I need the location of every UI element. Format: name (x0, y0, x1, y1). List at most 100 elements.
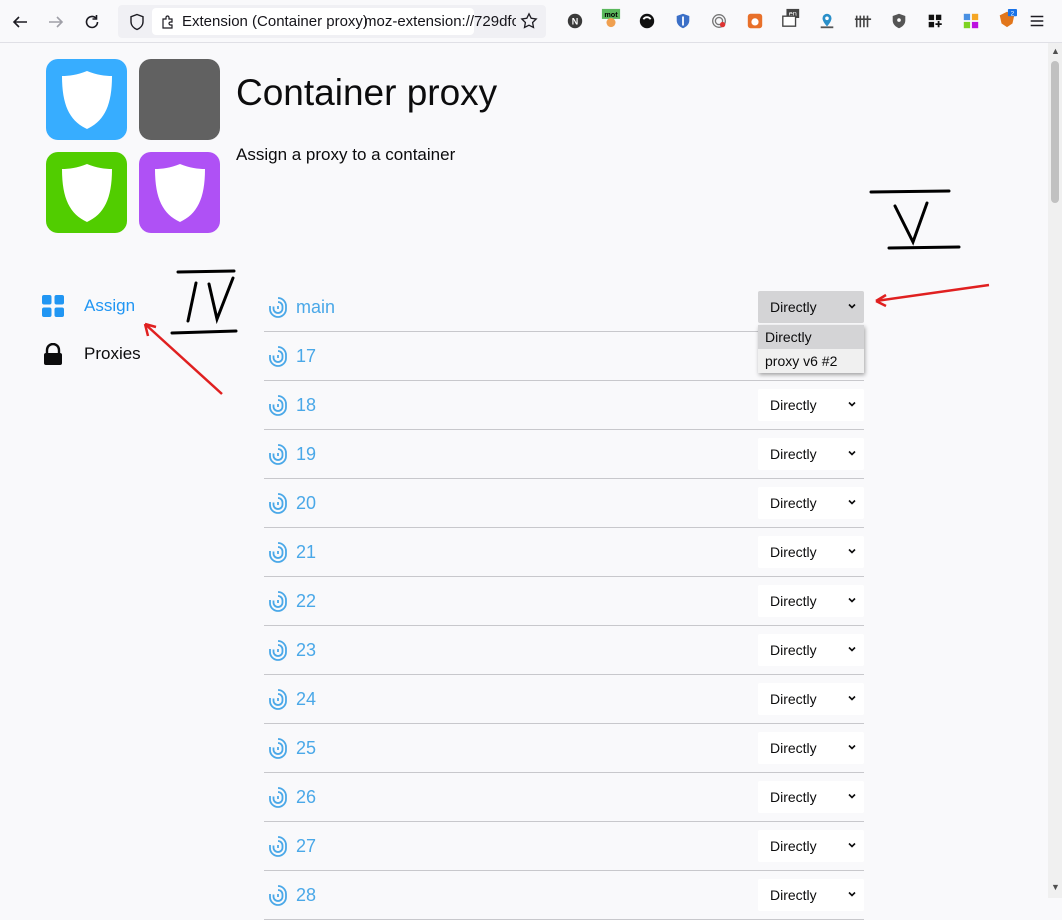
container-name[interactable]: 20 (264, 492, 316, 514)
svg-text:mot: mot (604, 10, 618, 19)
container-name[interactable]: 17 (264, 345, 316, 367)
proxy-select[interactable]: Directly (758, 683, 864, 715)
proxy-select[interactable]: Directly (758, 438, 864, 470)
chevron-down-icon (848, 499, 856, 505)
metamask-icon[interactable]: 2 (997, 9, 1017, 29)
svg-text:N: N (572, 17, 579, 27)
extension-tab-label: Extension (Container proxy) (182, 13, 368, 30)
container-name[interactable]: 22 (264, 590, 316, 612)
container-name[interactable]: main (264, 296, 335, 318)
container-row: 21 Directly (264, 528, 864, 577)
ublock-icon[interactable] (925, 11, 945, 31)
proxy-select-value: Directly (770, 299, 817, 315)
container-name-label: 20 (296, 492, 317, 513)
proxy-select[interactable]: Directly (758, 634, 864, 666)
chevron-down-icon (848, 842, 856, 848)
fishbowl-icon[interactable] (745, 11, 765, 31)
container-name[interactable]: 23 (264, 639, 316, 661)
bars-icon[interactable] (853, 11, 873, 31)
container-name[interactable]: 18 (264, 394, 316, 416)
proxy-select[interactable]: Directly (758, 389, 864, 421)
chevron-down-icon (848, 744, 856, 750)
sidebar-item-label: Assign (84, 296, 136, 315)
menu-hamburger-icon[interactable] (1027, 11, 1047, 31)
dropdown-option[interactable]: proxy v6 #2 (758, 349, 864, 373)
en-translate-icon[interactable]: en (781, 8, 801, 28)
mot-translate-icon[interactable]: mot (601, 8, 621, 28)
chevron-down-icon (848, 891, 856, 897)
fingerprint-icon (269, 444, 287, 465)
dark-reader-icon[interactable] (637, 11, 657, 31)
ghostery-icon[interactable] (673, 11, 693, 31)
container-name-label: 26 (296, 786, 317, 807)
container-name-label: 17 (296, 345, 317, 366)
container-name-label: 28 (296, 884, 317, 905)
sidebar-item-label: Proxies (84, 344, 141, 363)
container-row: 23 Directly (264, 626, 864, 675)
container-name[interactable]: 21 (264, 541, 316, 563)
shield-icon (61, 163, 112, 222)
container-name-label: main (296, 296, 336, 317)
sidebar-item-assign[interactable]: Assign (42, 295, 135, 317)
scroll-down-arrow-icon[interactable]: ▼ (1051, 883, 1060, 892)
annotation-label-iv (170, 269, 238, 335)
reload-icon (85, 15, 99, 29)
location-icon[interactable] (817, 11, 837, 31)
proxy-select[interactable]: Directly (758, 487, 864, 519)
proxy-select[interactable]: Directly (758, 291, 864, 323)
fingerprint-icon (269, 297, 287, 318)
proxy-select[interactable]: Directly (758, 585, 864, 617)
dropdown-option[interactable]: Directly (758, 325, 864, 349)
tracking-shield-icon[interactable] (128, 13, 146, 31)
vertical-scrollbar[interactable]: ▲ ▼ (1048, 43, 1062, 898)
forward-button[interactable] (43, 9, 69, 35)
container-name-label: 18 (296, 394, 317, 415)
logo-tile-green (46, 152, 127, 233)
fingerprint-icon[interactable] (709, 11, 729, 31)
fingerprint-icon (269, 346, 287, 367)
proxy-select[interactable]: Directly (758, 781, 864, 813)
container-name[interactable]: 27 (264, 835, 316, 857)
fingerprint-icon (269, 493, 287, 514)
container-name-label: 21 (296, 541, 317, 562)
annotation-arrow-assign (143, 322, 223, 395)
proxy-select[interactable]: Directly (758, 879, 864, 911)
shield-icon (154, 163, 205, 222)
sidebar-item-proxies[interactable]: Proxies (42, 343, 141, 365)
proxy-select-value: Directly (770, 642, 817, 658)
container-name[interactable]: 26 (264, 786, 316, 808)
container-row: 24 Directly (264, 675, 864, 724)
annotation-arrow-dropdown (875, 283, 990, 308)
fingerprint-icon (269, 787, 287, 808)
proxy-select[interactable]: Directly (758, 830, 864, 862)
privacy-badger-icon[interactable] (889, 11, 909, 31)
proxy-select-value: Directly (770, 691, 817, 707)
logo-tile-blue (46, 59, 127, 140)
proxy-select-value: Directly (770, 740, 817, 756)
container-row: 26 Directly (264, 773, 864, 822)
container-name-label: 23 (296, 639, 317, 660)
container-name-label: 19 (296, 443, 317, 464)
container-name[interactable]: 25 (264, 737, 316, 759)
logo-tile-gray (139, 59, 220, 140)
bookmark-star-icon[interactable] (520, 12, 538, 30)
back-button[interactable] (7, 9, 33, 35)
proxy-select[interactable]: Directly (758, 732, 864, 764)
reload-button[interactable] (79, 9, 105, 35)
url-bar[interactable]: Extension (Container proxy) moz-extensio… (118, 5, 546, 38)
chevron-down-icon (848, 793, 856, 799)
colorful-squares-icon[interactable] (961, 11, 981, 31)
page-title: Container proxy (236, 72, 498, 113)
container-name[interactable]: 19 (264, 443, 316, 465)
url-text[interactable]: moz-extension://729dfcc (364, 13, 516, 30)
container-name[interactable]: 28 (264, 884, 316, 906)
proxy-select[interactable]: Directly (758, 536, 864, 568)
scrollbar-thumb[interactable] (1051, 61, 1059, 203)
scroll-up-arrow-icon[interactable]: ▲ (1051, 47, 1060, 56)
back-arrow-icon (12, 16, 27, 28)
notion-icon[interactable]: N (565, 11, 585, 31)
chevron-down-icon (848, 401, 856, 407)
proxy-select-value: Directly (770, 495, 817, 511)
container-name[interactable]: 24 (264, 688, 316, 710)
forward-arrow-icon (49, 16, 64, 28)
